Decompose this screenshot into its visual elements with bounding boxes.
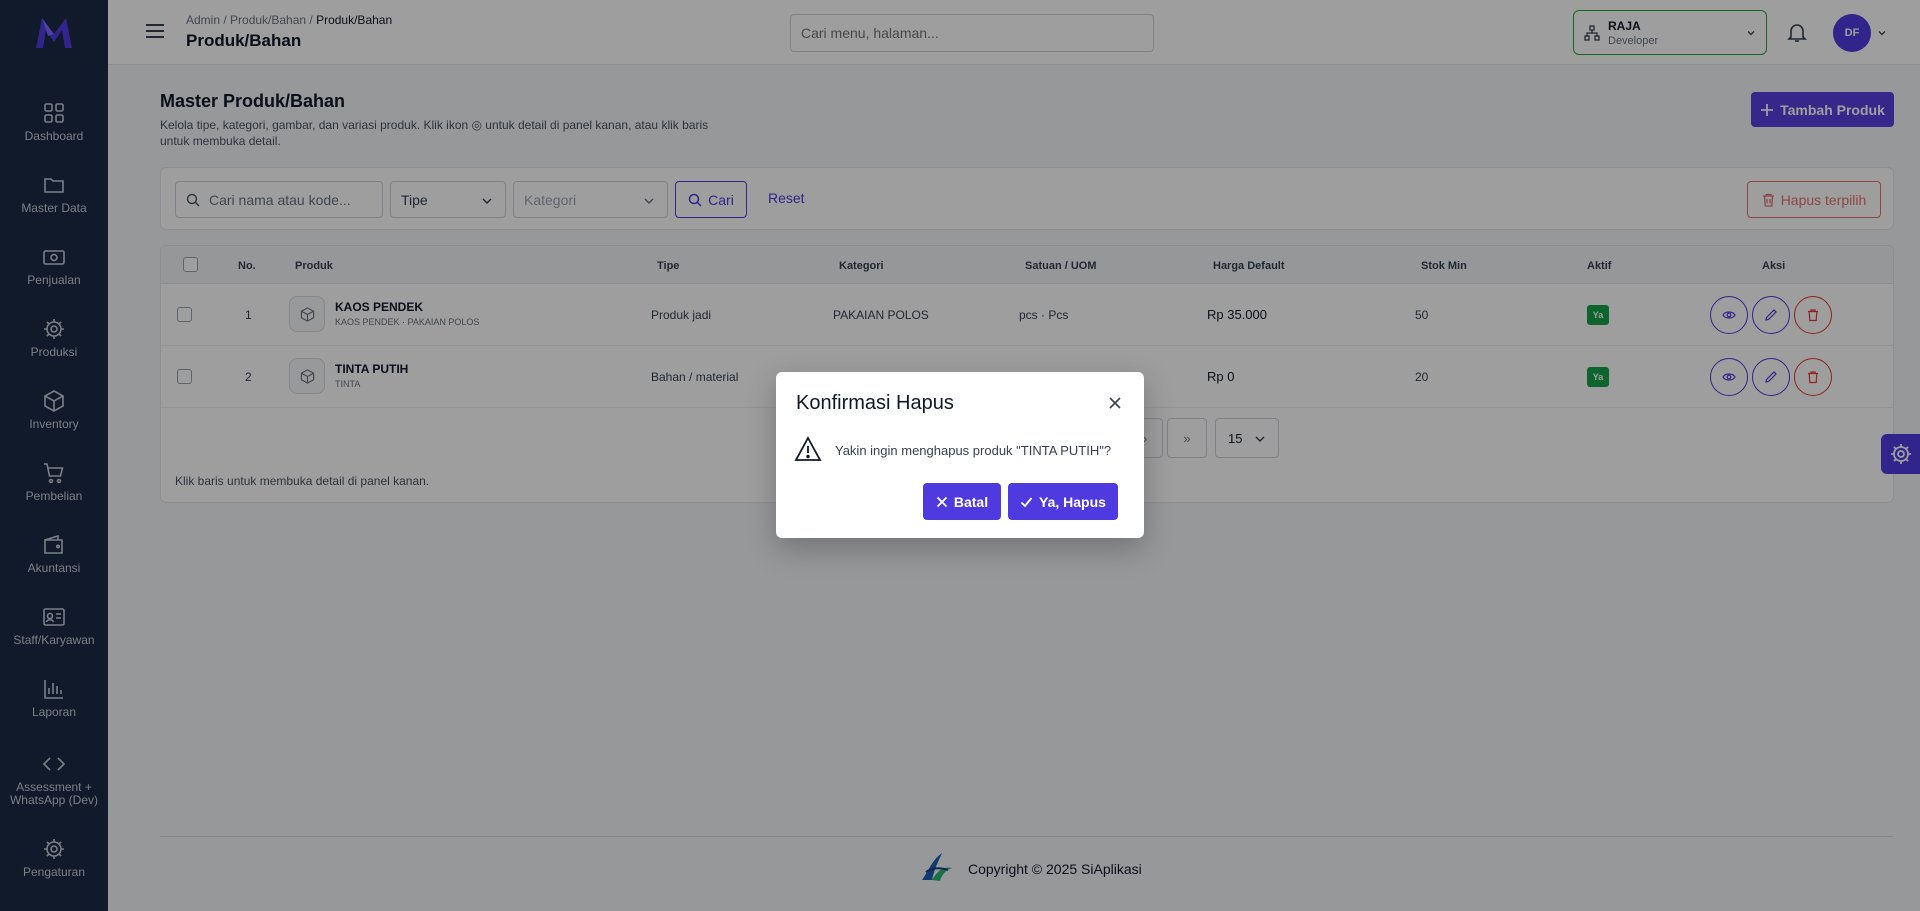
confirm-label: Ya, Hapus	[1039, 493, 1106, 510]
cancel-label: Batal	[953, 493, 989, 510]
close-icon[interactable]	[1108, 396, 1122, 410]
delete-confirm-dialog: Konfirmasi Hapus Yakin ingin menghapus p…	[776, 372, 1144, 538]
cancel-button[interactable]: Batal	[923, 483, 1001, 520]
dialog-title: Konfirmasi Hapus	[796, 392, 954, 414]
close-icon	[936, 496, 948, 507]
confirm-delete-button[interactable]: Ya, Hapus	[1008, 483, 1118, 520]
check-icon	[1020, 496, 1033, 507]
dialog-message: Yakin ingin menghapus produk "TINTA PUTI…	[835, 443, 1112, 458]
warning-icon	[794, 436, 822, 461]
